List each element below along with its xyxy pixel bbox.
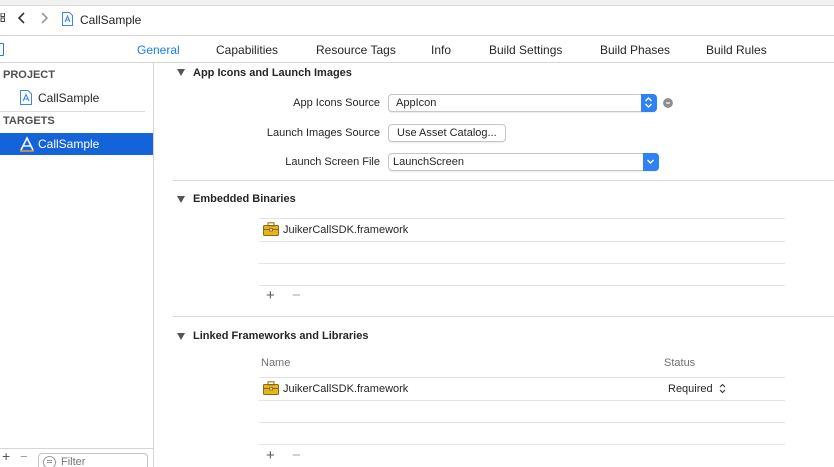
disclosure-triangle-icon[interactable] [177, 196, 185, 203]
app-target-icon [20, 136, 34, 152]
project-target-sidebar: PROJECT CallSample TARGETS CallSample + … [0, 63, 154, 467]
add-linked-framework-button[interactable]: + [266, 447, 275, 464]
column-header-name[interactable]: Name [261, 357, 290, 369]
app-icons-source-label: App Icons Source [293, 97, 380, 109]
app-icons-source-popup[interactable]: AppIcon [388, 94, 657, 112]
sidebar-filter-bar: + − [0, 448, 153, 467]
popup-value: AppIcon [396, 97, 437, 109]
targets-header: TARGETS [3, 115, 55, 127]
add-target-button[interactable]: + [2, 448, 10, 464]
framework-toolbox-icon [263, 222, 279, 236]
table-row[interactable]: JuikerCallSDK.framework Required [259, 378, 785, 400]
tab-build-settings[interactable]: Build Settings [489, 43, 562, 57]
table-row[interactable]: JuikerCallSDK.framework [259, 219, 785, 241]
up-down-chevron-icon [719, 383, 726, 394]
general-settings-pane: App Icons and Launch Images App Icons So… [155, 63, 834, 467]
sidebar-item-label: CallSample [38, 91, 100, 105]
sidebar-item-project[interactable]: CallSample [0, 87, 153, 109]
tab-build-rules[interactable]: Build Rules [706, 43, 767, 57]
filter-field[interactable] [38, 453, 148, 467]
tab-capabilities[interactable]: Capabilities [216, 43, 278, 57]
breadcrumb[interactable]: CallSample [80, 13, 141, 27]
section-divider [173, 316, 834, 317]
goto-arrow-icon[interactable] [663, 98, 673, 108]
filter-icon [43, 456, 56, 467]
table-row-border [259, 241, 785, 242]
popup-stepper-icon [641, 94, 657, 112]
table-bottom-border [259, 285, 785, 286]
launch-images-source-label: Launch Images Source [266, 127, 380, 139]
disclosure-triangle-icon[interactable] [177, 69, 185, 76]
remove-embedded-binary-button[interactable]: − [292, 287, 301, 304]
status-value: Required [668, 383, 713, 395]
combo-value: LaunchScreen [393, 156, 464, 168]
framework-name: JuikerCallSDK.framework [283, 383, 409, 395]
project-file-icon [62, 12, 73, 26]
tab-build-phases[interactable]: Build Phases [600, 43, 670, 57]
section-title-embedded-binaries: Embedded Binaries [193, 193, 296, 205]
status-popup[interactable]: Required [668, 383, 726, 395]
window-top-edge [0, 0, 834, 6]
column-header-status[interactable]: Status [664, 357, 695, 369]
sidebar-item-target[interactable]: CallSample [0, 133, 153, 155]
disclosure-triangle-icon[interactable] [177, 333, 185, 340]
back-icon[interactable] [16, 11, 28, 25]
remove-linked-framework-button[interactable]: − [292, 447, 301, 464]
table-bottom-border [259, 444, 785, 445]
tab-general[interactable]: General [137, 43, 180, 57]
forward-icon[interactable] [38, 11, 50, 25]
use-asset-catalog-button[interactable]: Use Asset Catalog... [388, 124, 506, 142]
filter-input[interactable] [61, 455, 145, 467]
add-embedded-binary-button[interactable]: + [266, 287, 275, 304]
table-row-border [259, 263, 785, 264]
remove-target-button[interactable]: − [20, 449, 28, 464]
framework-toolbox-icon [263, 381, 279, 395]
launch-screen-file-combo[interactable]: LaunchScreen [388, 153, 659, 171]
launch-screen-file-label: Launch Screen File [285, 156, 380, 168]
section-divider [173, 180, 834, 181]
section-title-app-icons: App Icons and Launch Images [193, 67, 352, 79]
sidebar-item-label: CallSample [38, 137, 100, 151]
target-list-toggle-icon[interactable] [0, 43, 4, 56]
sidebar-divider [0, 111, 145, 112]
section-title-linked-frameworks: Linked Frameworks and Libraries [193, 330, 369, 342]
framework-name: JuikerCallSDK.framework [283, 224, 409, 236]
table-row-border [259, 400, 785, 401]
table-row-border [259, 422, 785, 423]
editor-tab-bar: General Capabilities Resource Tags Info … [0, 37, 834, 63]
tab-resource-tags[interactable]: Resource Tags [316, 43, 396, 57]
chevron-down-icon [643, 153, 659, 171]
project-file-icon [20, 90, 32, 105]
tab-info[interactable]: Info [431, 43, 451, 57]
project-header: PROJECT [3, 69, 55, 81]
jump-bar: CallSample [0, 0, 834, 36]
grid-icon[interactable] [0, 13, 5, 22]
